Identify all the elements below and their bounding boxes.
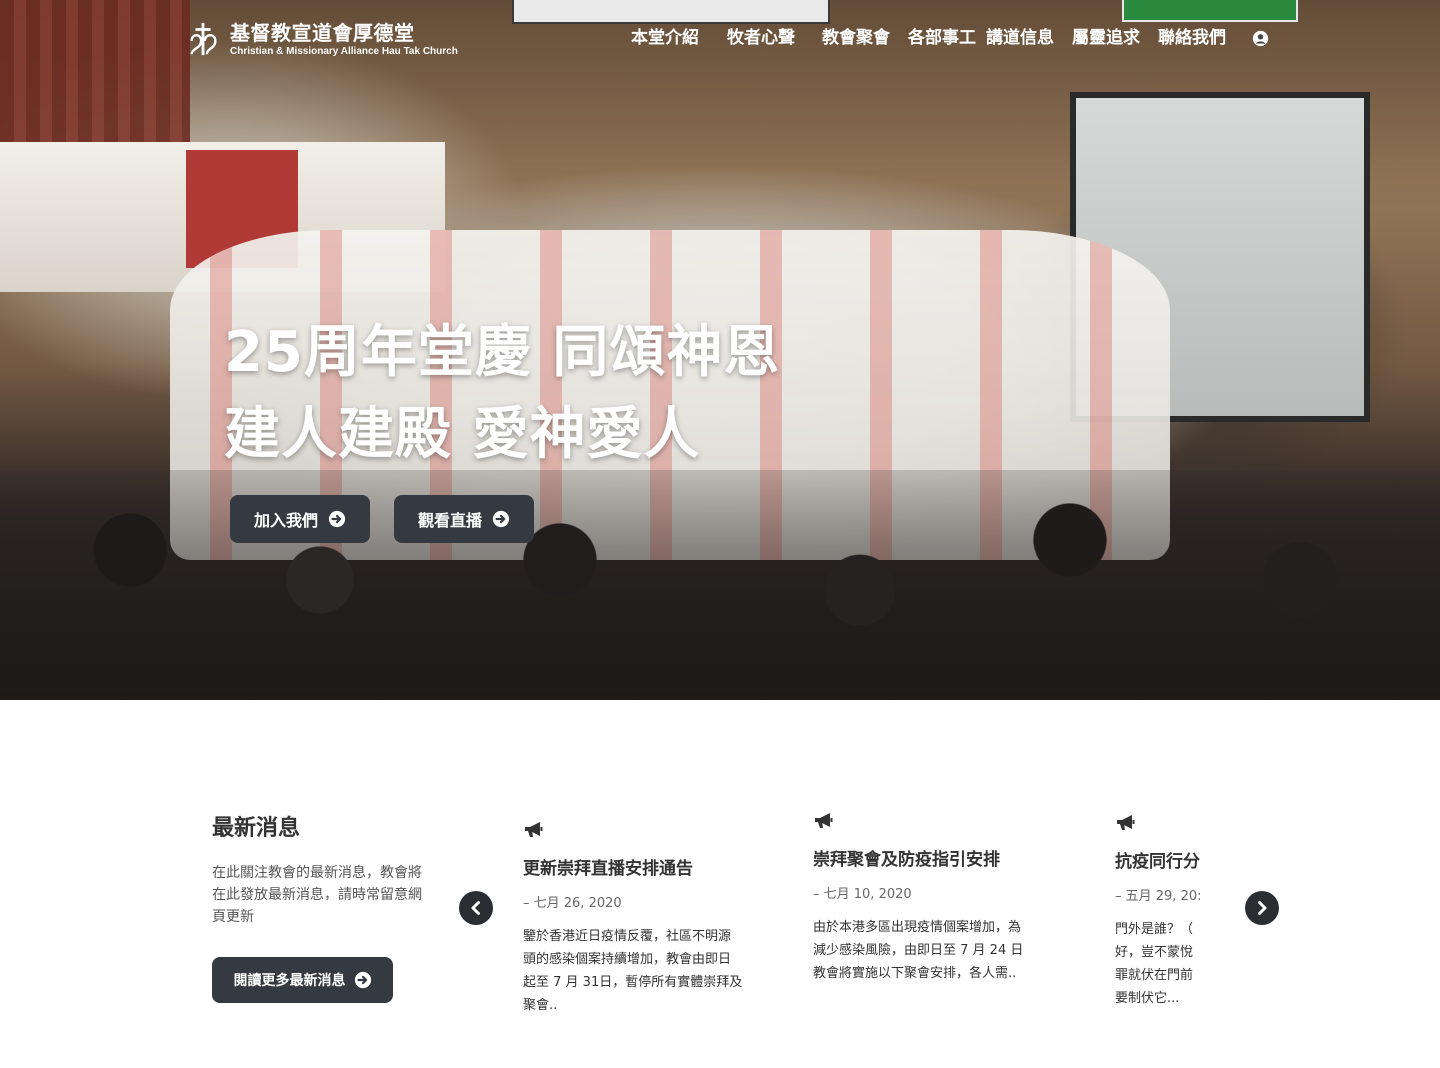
- megaphone-icon: [525, 822, 543, 837]
- nav-item-pastor[interactable]: 牧者心聲: [727, 25, 795, 51]
- site-logo[interactable]: 基督教宣道會厚德堂 Christian & Missionary Allianc…: [184, 20, 458, 58]
- news-card-excerpt: 門外是誰？（ 好，豈不蒙悅 罪就伏在門前 要制伏它...: [1115, 922, 1194, 1006]
- nav-item-ministries[interactable]: 各部事工: [908, 25, 976, 51]
- nav-item-gatherings[interactable]: 教會聚會: [822, 25, 890, 51]
- read-more-news-label: 閱讀更多最新消息: [233, 973, 346, 989]
- news-card-title[interactable]: 更新崇拜直播安排通告: [523, 857, 743, 881]
- news-card-date: – 七月 10, 2020: [813, 887, 912, 902]
- news-card[interactable]: 崇拜聚會及防疫指引安排 – 七月 10, 2020 由於本港多區出現疫情個案增加…: [813, 812, 1033, 985]
- nav-item-spiritual[interactable]: 屬靈追求: [1072, 25, 1140, 51]
- watch-live-label: 觀看直播: [417, 511, 482, 530]
- nav-item-about[interactable]: 本堂介紹: [631, 25, 699, 51]
- hero-heading-line1: 25周年堂慶 同頌神恩: [224, 320, 781, 385]
- news-card-date: – 七月 26, 2020: [523, 896, 622, 911]
- hero-heading: 25周年堂慶 同頌神恩 建人建殿 愛神愛人: [224, 312, 780, 476]
- megaphone-icon: [1117, 815, 1135, 830]
- news-card-date: – 五月 29, 20:: [1115, 889, 1202, 904]
- news-heading: 最新消息: [212, 816, 301, 841]
- hero-heading-line2: 建人建殿 愛神愛人: [224, 402, 701, 467]
- join-us-button[interactable]: 加入我們: [230, 495, 370, 543]
- chevron-left-icon: [471, 901, 480, 915]
- nav-item-sermons[interactable]: 講道信息: [986, 25, 1054, 51]
- carousel-next-button[interactable]: [1245, 891, 1279, 925]
- hero-exit-sign: [1122, 0, 1298, 22]
- hero-curtain: [0, 0, 190, 150]
- arrow-circle-right-icon: [492, 510, 510, 528]
- site-name-en: Christian & Missionary Alliance Hau Tak …: [230, 45, 458, 57]
- news-carousel: 更新崇拜直播安排通告 – 七月 26, 2020 鑒於香港近日疫情反覆，社區不明…: [510, 795, 1202, 1035]
- user-circle-icon[interactable]: [1252, 30, 1269, 47]
- chevron-right-icon: [1258, 901, 1267, 915]
- site-name-zh: 基督教宣道會厚德堂: [230, 20, 415, 45]
- hero-projection-screen: [512, 0, 830, 24]
- hero-audience: [0, 470, 1440, 700]
- church-logo-icon: [190, 22, 217, 56]
- watch-live-button[interactable]: 觀看直播: [394, 495, 534, 543]
- news-card-title[interactable]: 崇拜聚會及防疫指引安排: [813, 848, 1033, 872]
- carousel-prev-button[interactable]: [459, 891, 493, 925]
- news-card-excerpt: 鑒於香港近日疫情反覆，社區不明源頭的感染個案持續增加，教會由即日起至 7 月 3…: [523, 929, 743, 1013]
- news-card-title[interactable]: 抗疫同行分: [1115, 850, 1202, 874]
- nav-item-contact[interactable]: 聯絡我們: [1158, 25, 1226, 51]
- arrow-circle-right-icon: [328, 510, 346, 528]
- join-us-label: 加入我們: [253, 511, 318, 530]
- news-description: 在此關注教會的最新消息，教會將在此發放最新消息，請時常留意網頁更新: [212, 865, 422, 925]
- news-card[interactable]: 更新崇拜直播安排通告 – 七月 26, 2020 鑒於香港近日疫情反覆，社區不明…: [523, 821, 743, 1017]
- read-more-news-button[interactable]: 閱讀更多最新消息: [212, 957, 393, 1003]
- news-card[interactable]: 抗疫同行分 – 五月 29, 20: 門外是誰？（ 好，豈不蒙悅 罪就伏在門前 …: [1115, 814, 1202, 1010]
- news-card-excerpt: 由於本港多區出現疫情個案增加，為減少感染風險，由即日至 7 月 24 日教會將實…: [813, 920, 1024, 981]
- megaphone-icon: [815, 813, 833, 828]
- arrow-circle-right-icon: [354, 971, 371, 989]
